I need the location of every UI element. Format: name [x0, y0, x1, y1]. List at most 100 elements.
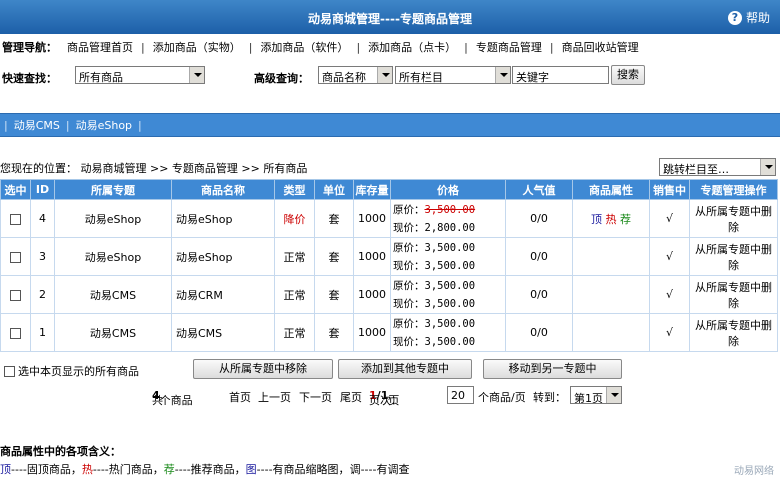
legend-picture: 图 [245, 463, 257, 476]
original-price-label: 原价： [393, 317, 425, 330]
column-header-topic: 所属专题 [54, 179, 172, 200]
prev-page-link[interactable]: 上一页 [258, 389, 291, 405]
quick-search-value: 所有商品 [79, 71, 123, 84]
search-field-select[interactable]: 商品名称 [318, 66, 393, 84]
original-price-label: 原价： [393, 241, 425, 254]
nav-separator: | [464, 40, 468, 54]
nav-link-add-card[interactable]: 添加商品（点卡） [368, 39, 456, 55]
current-price-label: 现价： [393, 297, 425, 310]
row-stock: 1000 [353, 313, 391, 352]
row-price: 原价：3,500.00 现价：2,800.00 [390, 199, 506, 238]
row-attributes: 顶 热 荐 [572, 199, 650, 238]
row-checkbox[interactable] [10, 289, 21, 301]
row-product-name[interactable]: 动易CMS [171, 313, 275, 352]
nav-link-topic-products[interactable]: 专题商品管理 [476, 39, 542, 55]
check-icon: √ [649, 275, 690, 314]
row-unit: 套 [314, 237, 354, 276]
table-row: 4 动易eShop 动易eShop 降价 套 1000 原价：3,500.00 … [0, 199, 778, 238]
row-type: 正常 [274, 237, 315, 276]
goto-page-value: 第1页 [574, 392, 603, 404]
current-price-label: 现价： [393, 221, 425, 234]
row-price: 原价：3,500.00 现价：3,500.00 [390, 237, 506, 276]
help-link[interactable]: ? 帮助 [727, 9, 770, 26]
search-field-value: 商品名称 [322, 71, 366, 84]
add-to-topic-button[interactable]: 添加到其他专题中 [338, 359, 472, 379]
row-topic: 动易CMS [54, 275, 172, 314]
nav-label: 管理导航： [2, 41, 57, 54]
column-header-select: 选中 [0, 179, 31, 200]
row-topic: 动易eShop [54, 199, 172, 238]
legend-survey: 调 [349, 463, 361, 476]
per-page-input[interactable]: 20 [447, 386, 474, 404]
remove-from-topic-link[interactable]: 从所属专题中删除 [689, 237, 778, 276]
tab-dongyi-cms[interactable]: 动易CMS [8, 117, 66, 133]
category-tab-bar: | 动易CMS | 动易eShop | [0, 113, 780, 137]
row-topic: 动易CMS [54, 313, 172, 352]
page-title: 动易商城管理----专题商品管理 [308, 12, 472, 26]
check-icon: √ [649, 313, 690, 352]
row-product-name[interactable]: 动易CRM [171, 275, 275, 314]
nav-separator: | [248, 40, 253, 54]
search-button[interactable]: 搜索 [611, 65, 645, 85]
last-page-link[interactable]: 尾页 [340, 389, 362, 405]
row-id: 4 [30, 199, 55, 238]
keyword-input[interactable]: 关键字 [512, 66, 609, 84]
remove-from-topic-button[interactable]: 从所属专题中移除 [193, 359, 333, 379]
help-icon: ? [727, 10, 742, 25]
row-checkbox[interactable] [10, 213, 21, 225]
jump-column-select[interactable]: 跳转栏目至… [659, 158, 776, 176]
current-price: 3,500.00 [424, 259, 476, 272]
row-product-name[interactable]: 动易eShop [171, 237, 275, 276]
search-column-value: 所有栏目 [399, 71, 443, 84]
legend-line: 顶----固顶商品，热----热门商品，荐----推荐商品，图----有商品缩略… [0, 463, 410, 476]
row-unit: 套 [314, 275, 354, 314]
row-checkbox[interactable] [10, 251, 21, 263]
row-select-cell [0, 275, 31, 314]
row-type: 降价 [274, 199, 315, 238]
current-price: 2,800.00 [424, 221, 476, 234]
nav-link-product-home[interactable]: 商品管理首页 [67, 39, 133, 55]
product-table: 选中 ID 所属专题 商品名称 类型 单位 库存量 价格 人气值 商品属性 销售… [0, 179, 778, 352]
quick-search-select[interactable]: 所有商品 [75, 66, 205, 84]
row-checkbox[interactable] [10, 327, 21, 339]
row-stock: 1000 [353, 275, 391, 314]
remove-from-topic-link[interactable]: 从所属专题中删除 [689, 313, 778, 352]
row-select-cell [0, 237, 31, 276]
next-page-link[interactable]: 下一页 [299, 389, 332, 405]
attr-hot-badge: 热 [605, 212, 617, 226]
legend-recommend: 荐 [163, 463, 175, 476]
column-header-topic-action: 专题管理操作 [689, 179, 778, 200]
row-unit: 套 [314, 199, 354, 238]
nav-link-add-software[interactable]: 添加商品（软件） [260, 39, 348, 55]
search-row: 快速查找： 所有商品 高级查询： 商品名称 所有栏目 关键字 搜索 [0, 65, 780, 88]
goto-page-select[interactable]: 第1页 [570, 386, 622, 404]
move-to-topic-button[interactable]: 移动到另一专题中 [483, 359, 622, 379]
nav-link-recycle-bin[interactable]: 商品回收站管理 [562, 39, 639, 55]
row-id: 1 [30, 313, 55, 352]
chevron-down-icon [495, 67, 510, 83]
row-stock: 1000 [353, 199, 391, 238]
row-popularity: 0/0 [505, 237, 573, 276]
chevron-down-icon [606, 387, 621, 403]
advanced-search-label: 高级查询： [254, 72, 309, 85]
help-label: 帮助 [745, 11, 770, 25]
row-type: 正常 [274, 313, 315, 352]
original-price: 3,500.00 [424, 279, 476, 292]
search-column-select[interactable]: 所有栏目 [395, 66, 511, 84]
select-all-checkbox[interactable] [4, 365, 15, 377]
select-all-control[interactable]: 选中本页显示的所有商品 [4, 363, 139, 379]
remove-from-topic-link[interactable]: 从所属专题中删除 [689, 199, 778, 238]
remove-from-topic-link[interactable]: 从所属专题中删除 [689, 275, 778, 314]
row-product-name[interactable]: 动易eShop [171, 199, 275, 238]
row-type: 正常 [274, 275, 315, 314]
nav-separator: | [356, 40, 361, 54]
nav-link-add-physical[interactable]: 添加商品（实物） [153, 39, 241, 55]
first-page-link[interactable]: 首页 [229, 389, 251, 405]
check-icon: √ [649, 199, 690, 238]
tab-dongyi-eshop[interactable]: 动易eShop [70, 117, 138, 133]
column-header-type: 类型 [274, 179, 315, 200]
legend-title: 商品属性中的各项含义： [0, 445, 121, 458]
page-indicator: 页次： 1/1 页 [369, 389, 402, 407]
tab-divider: | [138, 118, 142, 132]
column-header-price: 价格 [390, 179, 506, 200]
